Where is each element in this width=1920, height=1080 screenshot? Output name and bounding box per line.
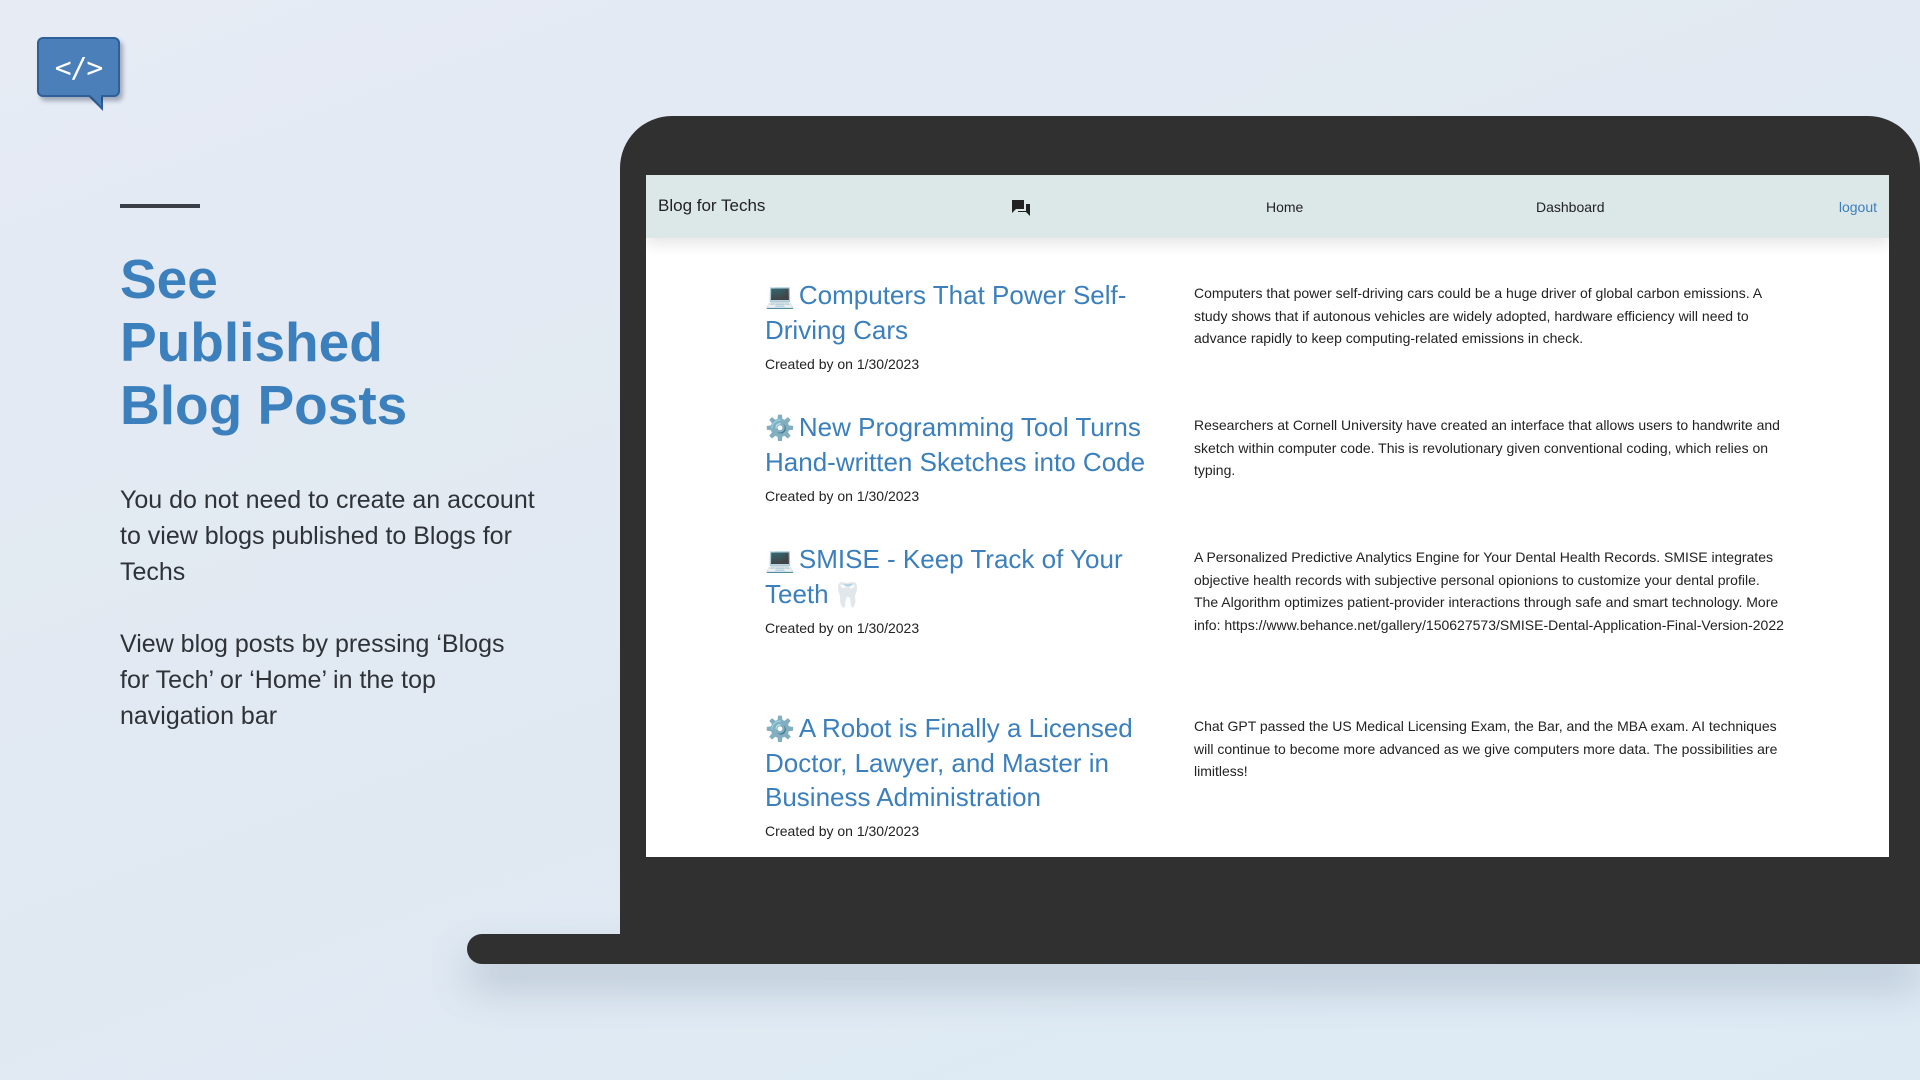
post-meta: Created by on 1/30/2023 — [765, 620, 920, 636]
post-title-text: Computers That Power Self-Driving Cars — [765, 280, 1127, 345]
post-description: A Personalized Predictive Analytics Engi… — [1194, 549, 1784, 633]
gear-emoji-icon: ⚙️ — [765, 715, 795, 743]
post-title-text: A Robot is Finally a Licensed Doctor, La… — [765, 713, 1133, 812]
logo-glyph: </> — [54, 50, 104, 84]
laptop-emoji-icon: 💻 — [765, 282, 795, 310]
logo-tail-inner — [88, 93, 101, 106]
post-description: Chat GPT passed the US Medical Licensing… — [1194, 718, 1778, 779]
tooth-emoji-icon: 🦷 — [832, 581, 863, 609]
post-description: Researchers at Cornell University have c… — [1194, 417, 1780, 478]
post-meta: Created by on 1/30/2023 — [765, 488, 920, 504]
nav-logout-link[interactable]: logout — [1839, 199, 1877, 215]
post-description: Computers that power self-driving cars c… — [1194, 285, 1762, 346]
hero-title-line-2: Published — [120, 311, 383, 373]
chat-icon[interactable] — [1011, 199, 1031, 217]
nav-dashboard-link[interactable]: Dashboard — [1536, 199, 1605, 215]
post-title-text: New Programming Tool Turns Hand-written … — [765, 412, 1146, 477]
nav-home-link[interactable]: Home — [1266, 199, 1303, 215]
hero-title: See Published Blog Posts — [120, 248, 540, 437]
post-title-link[interactable]: 💻 SMISE - Keep Track of Your Teeth 🦷 — [765, 542, 1180, 612]
laptop-screen: Blog for Techs Home Dashboard logout 💻 Co… — [646, 175, 1889, 857]
top-navbar: Blog for Techs Home Dashboard logout — [646, 175, 1889, 238]
post-title-link[interactable]: ⚙️ A Robot is Finally a Licensed Doctor, … — [765, 711, 1180, 814]
hero-title-line-1: See — [120, 248, 218, 310]
post-title-text: SMISE - Keep Track of Your Teeth — [765, 544, 1123, 609]
title-divider — [120, 204, 200, 208]
code-chat-bubble-icon: </> — [37, 37, 120, 97]
navbar-brand[interactable]: Blog for Techs — [658, 196, 765, 216]
hero-paragraph-1: You do not need to create an account to … — [120, 486, 535, 586]
laptop-emoji-icon: 💻 — [765, 546, 795, 574]
gear-emoji-icon: ⚙️ — [765, 414, 795, 442]
post-title-link[interactable]: 💻 Computers That Power Self-Driving Cars — [765, 278, 1180, 347]
hero-title-line-3: Blog Posts — [120, 374, 408, 436]
post-meta: Created by on 1/30/2023 — [765, 823, 920, 839]
post-meta: Created by on 1/30/2023 — [765, 356, 920, 372]
app-logo: </> — [37, 37, 120, 111]
post-title-link[interactable]: ⚙️ New Programming Tool Turns Hand-writte… — [765, 410, 1180, 479]
hero-paragraph-2: View blog posts by pressing ‘Blogs for T… — [120, 630, 505, 730]
